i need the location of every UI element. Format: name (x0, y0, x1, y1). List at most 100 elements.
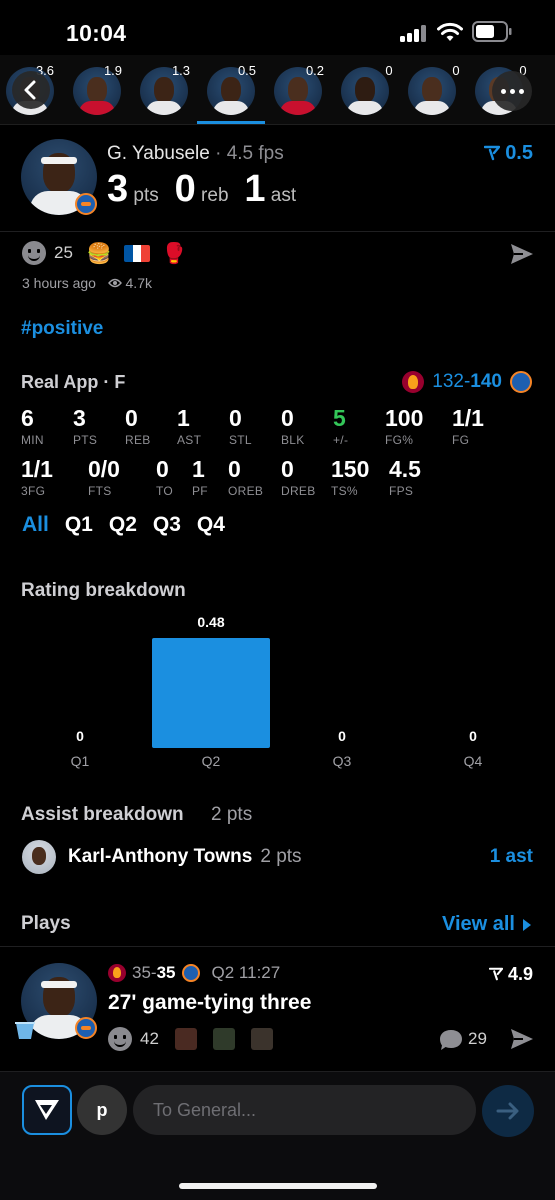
back-icon (24, 80, 36, 100)
view-count: 4.7k (125, 275, 152, 291)
back-button[interactable] (12, 71, 50, 109)
send-icon[interactable] (509, 241, 535, 267)
divider (0, 231, 555, 232)
tab-all[interactable]: All (22, 513, 49, 537)
box-score-title: Real App · F (21, 372, 126, 392)
rating-category-q3: Q3 (332, 753, 352, 769)
rating-value-q2: 0.48 (197, 614, 225, 630)
stat-fg-pct: 100 FG% (385, 405, 424, 447)
play-reaction-count: 42 (140, 1029, 159, 1048)
strip-player-rating: 0.5 (237, 63, 257, 78)
view-all-label: View all (441, 913, 515, 935)
status-time: 10:04 (66, 20, 127, 46)
player-fps: 4.5 fps (226, 143, 284, 164)
stat-fps: 4.5 FPS (389, 456, 421, 498)
heat-logo (108, 964, 126, 982)
rating-value-q3: 0 (338, 728, 346, 744)
assist-total: 2 pts (211, 804, 253, 825)
smiley-icon[interactable] (22, 241, 46, 265)
rating-category-q4: Q4 (463, 753, 483, 769)
tab-q4[interactable]: Q4 (197, 513, 225, 537)
comment-count: 29 (468, 1029, 487, 1048)
away-score: 132 (432, 371, 464, 392)
assist-player[interactable]: Karl-Anthony Towns 2 pts (68, 846, 302, 868)
heat-logo (402, 371, 425, 393)
strip-player-rating: 1.3 (171, 63, 191, 78)
play-away-score: 35 (132, 963, 151, 982)
assist-player-name[interactable]: Karl-Anthony Towns (68, 846, 252, 867)
play-title[interactable]: 27' game-tying three (108, 991, 311, 1015)
rating-category-q2: Q2 (201, 753, 221, 769)
play-reactions[interactable]: 42 (108, 1027, 289, 1051)
status-bar: 10:04 (0, 0, 555, 62)
player-name[interactable]: G. Yabusele (107, 143, 210, 164)
play-rating[interactable]: 4.9 (488, 964, 533, 985)
player-rating[interactable]: 0.5 (483, 142, 533, 165)
knicks-logo (75, 193, 97, 215)
bucket-icon (15, 1022, 35, 1039)
strip-player-rating: 0.2 (305, 63, 325, 78)
rating-value-q1: 0 (76, 728, 84, 744)
battery-icon (472, 21, 512, 42)
player-strip[interactable]: 3.6 1.9 1.3 0.5 0.2 0 0 0 (0, 55, 555, 125)
more-button[interactable] (492, 71, 532, 111)
rating-bar-q2 (152, 638, 270, 748)
ast-label: ast (270, 185, 297, 206)
signal-icon (400, 25, 428, 42)
player-rating-value: 0.5 (505, 142, 533, 164)
user-avatar-button[interactable]: p (77, 1085, 127, 1135)
stat-fg: 1/1 FG (452, 405, 484, 447)
eye-icon (107, 278, 122, 288)
assist-breakdown-title: Assist breakdown (21, 804, 184, 825)
arrow-right-icon (496, 1102, 519, 1120)
message-input[interactable] (133, 1085, 476, 1135)
reaction-count: 25 (54, 243, 73, 262)
player-ast: 1 (244, 168, 266, 210)
assist-count[interactable]: 1 ast (490, 846, 533, 868)
home-indicator (179, 1183, 377, 1189)
chevron-right-icon (523, 918, 531, 931)
comment-icon[interactable] (438, 1028, 464, 1052)
quarter-tabs[interactable]: All Q1 Q2 Q3 Q4 (22, 513, 241, 537)
stat-3fg: 1/1 3FG (21, 456, 53, 498)
send-message-button[interactable] (482, 1085, 534, 1137)
tab-q2[interactable]: Q2 (109, 513, 137, 537)
player-stat-line: 3 pts 0 reb 1 ast (107, 168, 296, 211)
reaction-gif-thumbnail[interactable] (212, 1028, 235, 1050)
knicks-logo (181, 964, 200, 982)
pts-label: pts (133, 185, 159, 206)
assist-player-avatar[interactable] (22, 840, 56, 874)
reaction-gif-thumbnail[interactable] (250, 1028, 273, 1050)
view-all-link[interactable]: View all (442, 913, 531, 936)
player-pts: 3 (107, 168, 129, 210)
send-icon[interactable] (509, 1026, 535, 1052)
player-reb: 0 (174, 168, 196, 210)
knicks-logo (510, 371, 532, 393)
burger-icon[interactable]: 🍔 (87, 241, 112, 266)
wifi-icon (437, 22, 463, 41)
assist-player-pts: 2 pts (260, 846, 302, 867)
france-flag-icon[interactable] (123, 244, 150, 262)
reaction-gif-thumbnail[interactable] (174, 1028, 197, 1050)
boxing-glove-icon[interactable]: 🥊 (162, 241, 187, 266)
smiley-icon[interactable] (108, 1027, 132, 1051)
app-logo-button[interactable] (22, 1085, 72, 1135)
tab-q3[interactable]: Q3 (153, 513, 181, 537)
player-name-row[interactable]: G. Yabusele · 4.5 fps (107, 143, 284, 165)
divider (0, 946, 555, 947)
game-score[interactable]: 132-140 (402, 371, 532, 393)
hashtag-link[interactable]: #positive (21, 318, 103, 340)
reaction-row[interactable]: 25 🍔 🥊 (22, 240, 199, 266)
strip-player-rating: 1.9 (103, 63, 123, 78)
stat-fts: 0/0 FTS (88, 456, 120, 498)
strip-player-rating: 0 (385, 63, 393, 78)
play-rating-value: 4.9 (507, 964, 533, 984)
knicks-logo (75, 1017, 97, 1039)
post-time: 3 hours ago (22, 275, 96, 291)
filter-icon (483, 145, 500, 161)
rating-value-q4: 0 (469, 728, 477, 744)
rating-category-q1: Q1 (70, 753, 90, 769)
rating-breakdown-title: Rating breakdown (21, 580, 186, 601)
tab-q1[interactable]: Q1 (65, 513, 93, 537)
app-logo-icon (35, 1100, 59, 1120)
